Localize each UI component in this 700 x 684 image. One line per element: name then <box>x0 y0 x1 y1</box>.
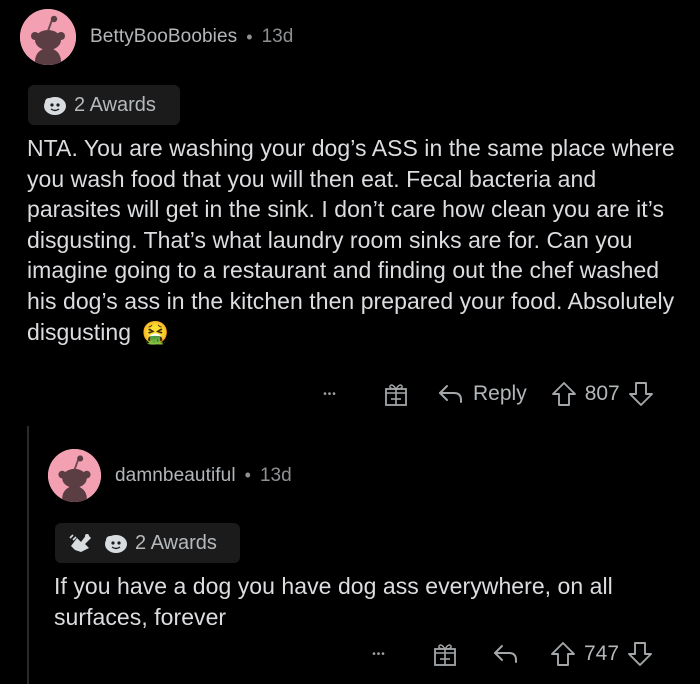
more-options-icon: ••• <box>372 648 386 660</box>
vote-count: 747 <box>584 642 620 665</box>
awards-badge[interactable]: 2 Awards <box>55 523 240 563</box>
upvote-button[interactable] <box>550 641 576 667</box>
awards-count: 2 Awards <box>135 531 217 554</box>
vomit-emoji: 🤮 <box>141 319 169 345</box>
comment-author[interactable]: BettyBooBoobies <box>90 26 237 48</box>
awards-count: 2 Awards <box>74 93 156 116</box>
award-icon <box>69 534 91 552</box>
comment-author[interactable]: damnbeautiful <box>115 465 236 487</box>
upvote-icon <box>551 642 575 666</box>
give-award-button[interactable] <box>432 641 458 667</box>
downvote-icon <box>628 642 652 666</box>
more-options-icon: ••• <box>323 388 337 400</box>
more-options-button[interactable]: ••• <box>362 649 396 660</box>
separator-dot: • <box>244 465 251 485</box>
reply-button[interactable]: Reply <box>437 382 527 406</box>
reply-arrow-icon <box>439 385 462 403</box>
vote-count: 807 <box>584 382 620 405</box>
award-icon <box>44 97 66 115</box>
awards-badge[interactable]: 2 Awards <box>28 85 180 125</box>
comment-time: 13d <box>259 464 292 486</box>
comment-2-actions: ••• 747 <box>362 641 653 667</box>
comment-body: NTA. You are washing your dog’s ASS in t… <box>27 133 687 348</box>
award-icon <box>105 535 127 553</box>
comment-2-header: damnbeautiful • 13d <box>48 449 292 502</box>
more-options-button[interactable]: ••• <box>313 389 347 400</box>
downvote-button[interactable] <box>627 641 653 667</box>
gift-icon <box>385 384 407 406</box>
snoo-avatar-icon <box>48 449 101 502</box>
thread-line[interactable] <box>27 426 29 684</box>
downvote-button[interactable] <box>628 381 654 407</box>
upvote-button[interactable] <box>551 381 577 407</box>
gift-icon <box>434 644 456 666</box>
separator-dot: • <box>246 26 253 47</box>
comment-text: NTA. You are washing your dog’s ASS in t… <box>27 135 675 345</box>
comment-body: If you have a dog you have dog ass every… <box>54 571 654 632</box>
snoo-avatar-icon <box>20 9 76 65</box>
reply-button[interactable] <box>492 642 520 666</box>
user-avatar[interactable] <box>20 9 76 65</box>
give-award-button[interactable] <box>383 381 409 407</box>
user-avatar[interactable] <box>48 449 101 502</box>
comment-1-header: BettyBooBoobies • 13d <box>20 9 293 65</box>
comment-time: 13d <box>261 26 294 47</box>
upvote-icon <box>551 382 576 406</box>
comment-1-actions: ••• Reply 807 <box>313 381 654 407</box>
reply-label: Reply <box>473 382 527 405</box>
reply-arrow-icon <box>494 645 517 663</box>
downvote-icon <box>628 382 653 406</box>
comment-text: If you have a dog you have dog ass every… <box>54 573 613 630</box>
